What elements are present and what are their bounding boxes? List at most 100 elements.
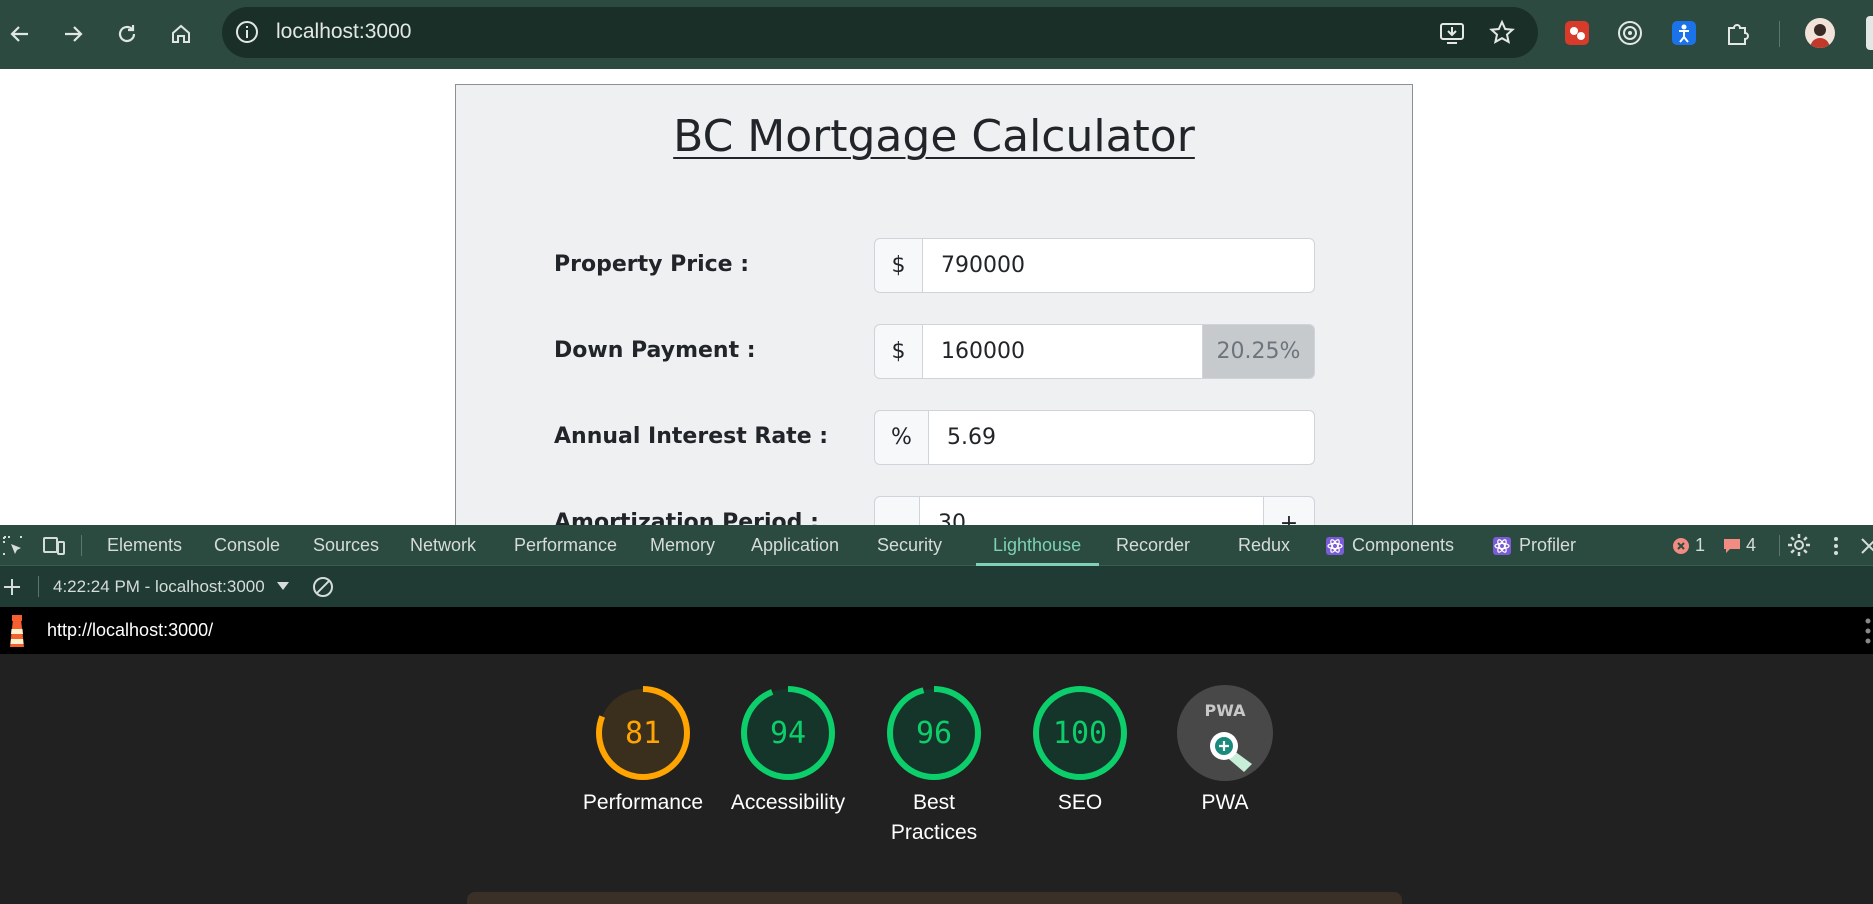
reload-icon — [118, 25, 136, 43]
seo-gauge[interactable]: 100 SEO — [1010, 684, 1150, 818]
score-ring: 94 — [741, 686, 835, 780]
report-menu-icon[interactable] — [1863, 617, 1873, 645]
score-ring: 96 — [887, 686, 981, 780]
down-payment-group: $ 160000 20.25% — [874, 324, 1315, 379]
property-price-input[interactable]: 790000 — [923, 238, 1315, 293]
extension-icon — [1565, 21, 1589, 45]
down-payment-percent: 20.25% — [1203, 324, 1315, 379]
tab-recorder[interactable]: Recorder — [1116, 525, 1190, 566]
report-section-edge — [467, 892, 1402, 904]
tab-memory[interactable]: Memory — [650, 525, 715, 566]
extension-button[interactable] — [1615, 18, 1645, 48]
tab-network[interactable]: Network — [410, 525, 476, 566]
accessibility-extension-icon — [1672, 21, 1696, 45]
tab-elements[interactable]: Elements — [107, 525, 182, 566]
home-button[interactable] — [165, 18, 197, 50]
toolbar-divider — [38, 576, 39, 597]
score-ring: 81 — [596, 686, 690, 780]
lighthouse-toolbar: 4:22:24 PM - localhost:3000 — [0, 566, 1873, 607]
increment-button[interactable]: + — [1264, 496, 1315, 525]
decrement-button[interactable] — [874, 496, 920, 525]
best-practices-label: Best Practices — [890, 791, 978, 844]
extension-icon — [1618, 21, 1642, 45]
clear-report-icon[interactable] — [311, 575, 335, 599]
amortization-input[interactable]: 30 — [920, 496, 1264, 525]
percent-prefix: % — [874, 410, 929, 465]
tab-sources[interactable]: Sources — [313, 525, 379, 566]
issue-flag-icon — [1724, 539, 1740, 553]
pwa-gauge[interactable]: PWA PWA — [1155, 684, 1295, 818]
tab-performance[interactable]: Performance — [514, 525, 617, 566]
tab-lighthouse[interactable]: Lighthouse — [993, 525, 1081, 566]
score-ring: 100 — [1033, 686, 1127, 780]
page-title: BC Mortgage Calculator — [673, 111, 1195, 162]
down-payment-input[interactable]: 160000 — [923, 324, 1203, 379]
currency-prefix: $ — [874, 324, 923, 379]
pwa-badge-icon: PWA — [1177, 685, 1273, 781]
profile-avatar[interactable] — [1805, 18, 1835, 48]
chevron-down-icon — [277, 582, 289, 590]
error-icon — [1673, 538, 1689, 554]
score-value: 100 — [1053, 716, 1107, 751]
down-payment-label: Down Payment : — [554, 338, 756, 363]
tab-console[interactable]: Console — [214, 525, 280, 566]
address-bar[interactable]: localhost:3000 — [222, 7, 1538, 58]
install-app-icon[interactable] — [1438, 19, 1466, 47]
url-text[interactable]: localhost:3000 — [276, 20, 411, 44]
lighthouse-logo-icon — [10, 615, 24, 647]
bookmark-star-icon[interactable] — [1488, 19, 1516, 47]
property-price-label: Property Price : — [554, 252, 750, 277]
forward-icon — [65, 26, 83, 42]
amortization-group: 30 + — [874, 496, 1315, 525]
pwa-label: PWA — [1201, 791, 1249, 814]
accessibility-label: Accessibility — [730, 791, 846, 814]
currency-prefix: $ — [874, 238, 923, 293]
tab-divider — [81, 535, 82, 556]
home-icon — [172, 24, 190, 43]
lighthouse-report: 81 Performance 94 Accessibility 96 Best Pract… — [0, 654, 1873, 904]
tab-security[interactable]: Security — [877, 525, 942, 566]
seo-label: SEO — [1057, 791, 1103, 814]
score-value: 94 — [770, 716, 806, 751]
site-info-icon[interactable] — [234, 19, 260, 45]
interest-rate-input[interactable]: 5.69 — [929, 410, 1315, 465]
score-value: 81 — [625, 716, 661, 751]
device-toolbar-icon[interactable] — [42, 535, 66, 557]
settings-gear-icon[interactable] — [1787, 533, 1811, 557]
react-icon — [1326, 537, 1344, 555]
accessibility-extension-button[interactable] — [1669, 18, 1699, 48]
extensions-puzzle-icon — [1728, 24, 1749, 45]
devtools-tab-bar: Elements Console Sources Network Perform… — [0, 525, 1873, 566]
tab-redux[interactable]: Redux — [1238, 525, 1290, 566]
menu-edge[interactable] — [1866, 16, 1873, 50]
more-options-icon[interactable] — [1831, 535, 1841, 557]
issue-count: 4 — [1746, 535, 1757, 555]
accessibility-gauge[interactable]: 94 Accessibility — [718, 684, 858, 818]
close-devtools-icon[interactable] — [1859, 535, 1873, 557]
reload-button[interactable] — [111, 18, 143, 50]
tab-application[interactable]: Application — [751, 525, 839, 566]
extensions-menu-button[interactable] — [1723, 18, 1753, 48]
error-count: 1 — [1695, 535, 1706, 555]
calculator-card: BC Mortgage Calculator Property Price : … — [455, 84, 1413, 525]
report-header: http://localhost:3000/ — [0, 607, 1873, 654]
forward-button[interactable] — [57, 18, 89, 50]
react-icon — [1493, 537, 1511, 555]
tab-profiler[interactable]: Profiler — [1519, 525, 1576, 566]
toolbar-divider — [1779, 21, 1780, 47]
report-selector-text: 4:22:24 PM - localhost:3000 — [53, 577, 265, 596]
new-report-plus-icon[interactable] — [2, 577, 22, 597]
property-price-group: $ 790000 — [874, 238, 1315, 293]
tab-divider — [1779, 535, 1780, 556]
tab-components[interactable]: Components — [1352, 525, 1454, 566]
back-button[interactable] — [4, 18, 36, 50]
score-value: 96 — [916, 716, 952, 751]
inspect-element-icon[interactable] — [2, 535, 24, 557]
best-practices-gauge[interactable]: 96 Best Practices — [864, 684, 1004, 848]
performance-gauge[interactable]: 81 Performance — [573, 684, 713, 818]
report-url[interactable]: http://localhost:3000/ — [47, 620, 213, 641]
interest-rate-group: % 5.69 — [874, 410, 1315, 465]
interest-rate-label: Annual Interest Rate : — [554, 424, 829, 449]
avatar-icon — [1810, 24, 1830, 48]
extension-button[interactable] — [1562, 18, 1592, 48]
